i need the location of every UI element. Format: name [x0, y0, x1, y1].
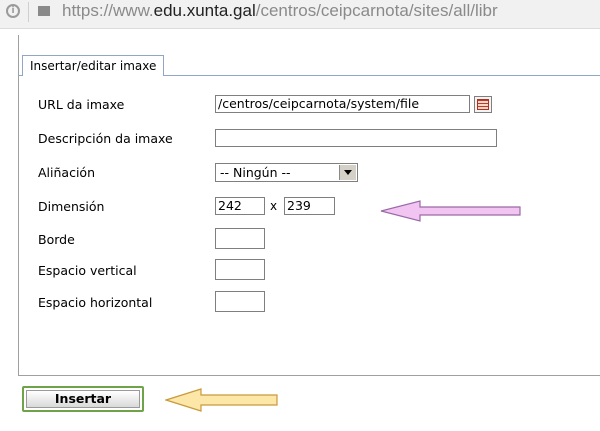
chevron-down-icon[interactable]	[339, 165, 356, 180]
browser-address-bar[interactable]: i https://www.edu.xunta.gal/centros/ceip…	[0, 0, 600, 29]
alignment-select[interactable]: -- Ningún --	[215, 163, 358, 182]
horizontal-space-label: Espacio horizontal	[38, 295, 153, 310]
height-input[interactable]: 239	[284, 197, 335, 215]
horizontal-space-input[interactable]	[215, 291, 265, 312]
url-path: /centros/ceipcarnota/sites/all/libr	[255, 1, 498, 20]
browse-server-button[interactable]	[474, 96, 492, 113]
address-url[interactable]: https://www.edu.xunta.gal/centros/ceipca…	[62, 1, 498, 21]
yellow-pointer-arrow-icon	[165, 388, 278, 412]
url-prefix: https://www.	[62, 1, 154, 20]
page-icon	[38, 6, 50, 16]
url-label: URL da imaxe	[38, 97, 125, 112]
insert-button-label: Insertar	[26, 390, 140, 408]
alignment-label: Aliñación	[38, 165, 95, 180]
vertical-space-label: Espacio vertical	[38, 263, 137, 278]
vertical-space-input[interactable]	[215, 259, 265, 280]
dimension-label: Dimensión	[38, 199, 105, 214]
border-label: Borde	[38, 232, 75, 247]
description-input[interactable]	[215, 129, 497, 147]
file-browser-icon	[477, 99, 489, 110]
site-info-icon[interactable]: i	[6, 4, 20, 18]
insert-button[interactable]: Insertar	[22, 386, 144, 412]
pink-pointer-arrow-icon	[380, 200, 521, 222]
width-input[interactable]: 242	[215, 197, 265, 215]
description-label: Descripción da imaxe	[38, 131, 173, 146]
border-input[interactable]	[215, 228, 265, 249]
dimension-separator: x	[270, 199, 278, 213]
address-bar-divider	[28, 2, 29, 22]
alignment-selected-value: -- Ningún --	[220, 165, 291, 180]
url-domain: edu.xunta.gal	[153, 1, 256, 20]
tab-insert-edit-image[interactable]: Insertar/editar imaxe	[22, 55, 165, 76]
url-input[interactable]: /centros/ceipcarnota/system/file	[215, 95, 470, 113]
